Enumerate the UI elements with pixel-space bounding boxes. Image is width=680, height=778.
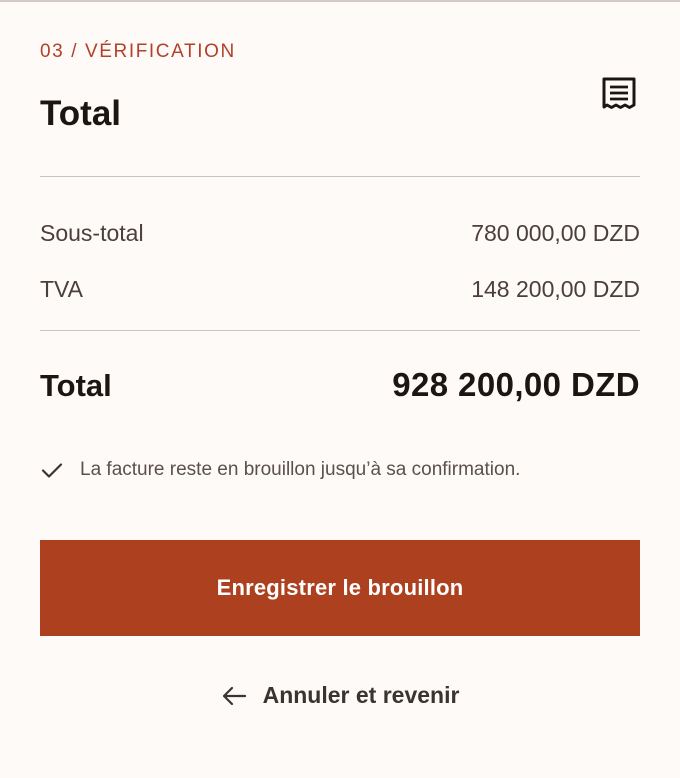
review-total-card: 03 / VÉRIFICATION Total Sous-total 780 0…: [0, 0, 680, 778]
divider: [40, 176, 640, 177]
tva-label: TVA: [40, 276, 84, 302]
save-draft-button[interactable]: Enregistrer le brouillon: [40, 540, 640, 636]
total-row: Total 928 200,00 DZD: [40, 366, 640, 404]
divider: [40, 330, 640, 331]
page-title: Total: [40, 94, 122, 133]
subtotal-label: Sous-total: [40, 220, 144, 246]
total-label: Total: [40, 368, 112, 403]
total-value: 928 200,00 DZD: [392, 366, 640, 403]
subtotal-row: Sous-total 780 000,00 DZD: [40, 220, 640, 247]
draft-note: La facture reste en brouillon jusqu’à sa…: [40, 458, 520, 482]
cancel-label: Annuler et revenir: [262, 682, 460, 708]
cancel-back-link[interactable]: Annuler et revenir: [0, 682, 680, 709]
subtotal-value: 780 000,00 DZD: [471, 220, 640, 246]
tva-value: 148 200,00 DZD: [471, 276, 640, 302]
check-icon: [41, 463, 63, 478]
tva-row: TVA 148 200,00 DZD: [40, 276, 640, 303]
draft-note-text: La facture reste en brouillon jusqu’à sa…: [80, 459, 521, 480]
arrow-left-icon: [222, 686, 246, 705]
receipt-icon: [602, 77, 636, 109]
step-label: 03 / VÉRIFICATION: [40, 41, 236, 62]
